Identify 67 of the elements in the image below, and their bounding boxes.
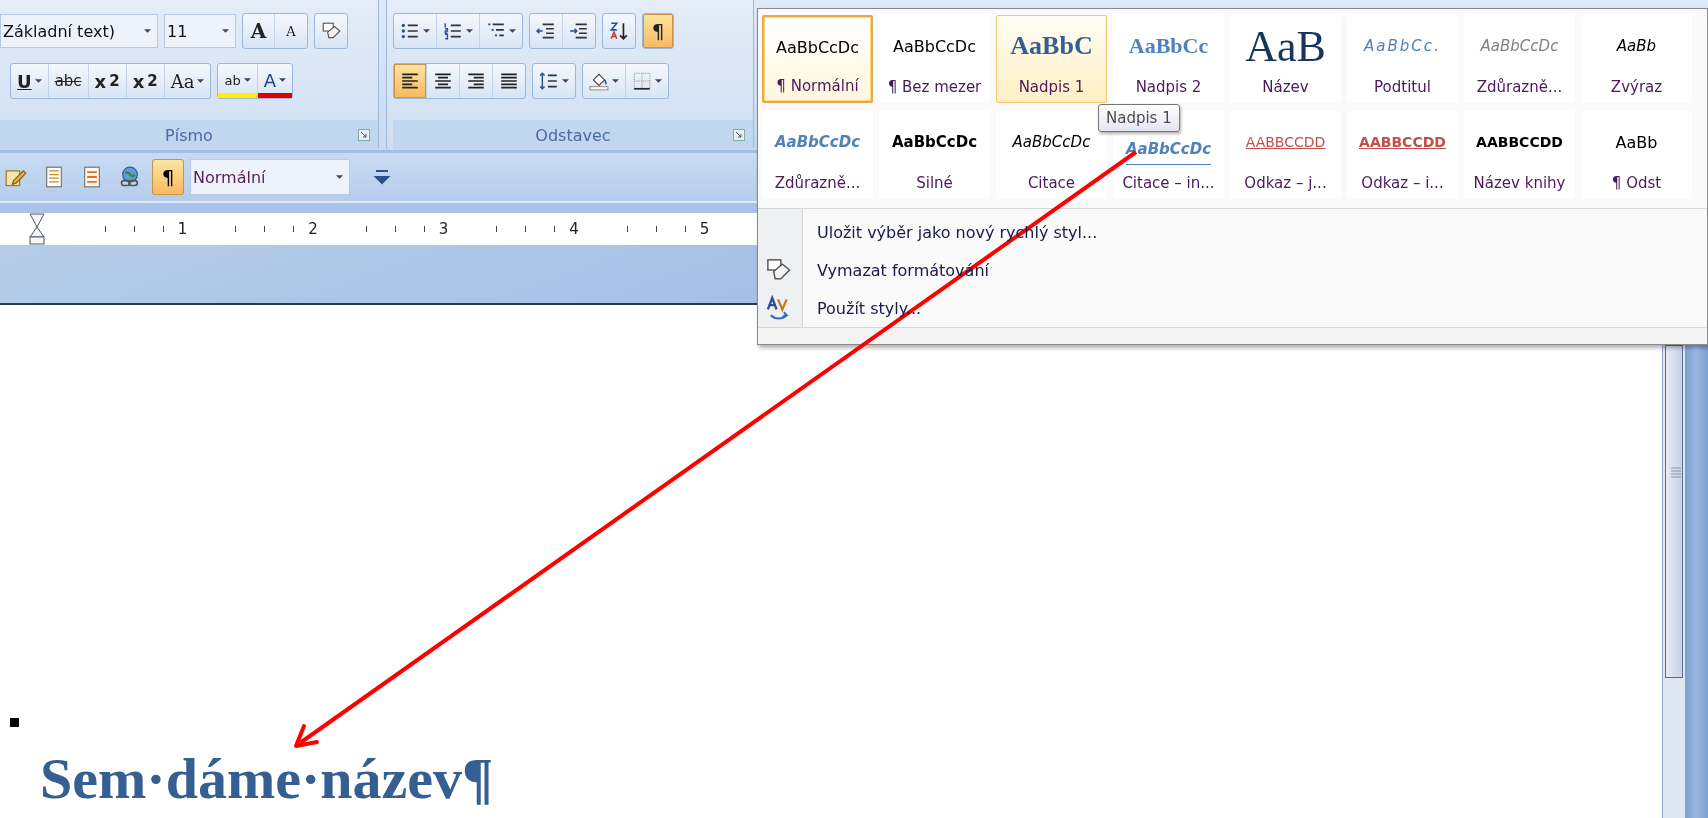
align-left-icon bbox=[400, 71, 420, 91]
ruler-number: 3 bbox=[438, 220, 449, 238]
ruler-number: 4 bbox=[569, 220, 579, 238]
group-label: Odstavec bbox=[535, 125, 611, 145]
caret-icon bbox=[144, 28, 151, 34]
page-icon bbox=[43, 166, 65, 188]
style-item[interactable]: AaBbCcDc Silné bbox=[879, 111, 990, 199]
style-item[interactable]: AABBCCDD Název knihy bbox=[1464, 111, 1575, 199]
style-item[interactable]: AaBbCc. Podtitul bbox=[1347, 15, 1458, 103]
tooltip: Nadpis 1 bbox=[1098, 104, 1180, 132]
font-color-button[interactable]: A bbox=[257, 64, 292, 98]
grow-font-button[interactable]: A bbox=[243, 14, 275, 48]
bullet-list-icon bbox=[400, 21, 420, 41]
group-label: Písmo bbox=[165, 125, 213, 145]
highlight-button[interactable]: ab bbox=[218, 64, 258, 98]
style-item[interactable]: AaBbCcDc Zdůrazně... bbox=[1464, 15, 1575, 103]
page-icon bbox=[81, 166, 103, 188]
font-name-field[interactable]: Základní text) bbox=[0, 14, 158, 48]
style-item[interactable]: AaBbCcDc Zdůrazně... bbox=[762, 111, 873, 199]
align-center-icon bbox=[433, 71, 453, 91]
change-case-button[interactable]: Aa bbox=[164, 64, 211, 98]
ruler-number: 1 bbox=[177, 220, 188, 238]
style-item[interactable]: AaB Název bbox=[1230, 15, 1341, 103]
eraser-button[interactable] bbox=[314, 13, 348, 49]
show-formatting-button[interactable]: ¶ bbox=[642, 13, 674, 49]
dialog-launcher-icon[interactable] bbox=[358, 129, 370, 141]
caret-icon bbox=[222, 28, 229, 34]
underline-button[interactable]: U bbox=[11, 64, 49, 98]
numbered-list-icon bbox=[443, 21, 463, 41]
style-item[interactable]: AaBb Zvýraz bbox=[1581, 15, 1692, 103]
styles-icon bbox=[765, 295, 791, 322]
paragraph-marker bbox=[10, 718, 19, 727]
eraser-icon bbox=[321, 21, 341, 41]
document-heading: Sem·dáme·název¶ bbox=[40, 745, 494, 812]
paint-bucket-icon bbox=[589, 71, 609, 91]
line-spacing-button[interactable] bbox=[532, 63, 576, 99]
style-field[interactable]: Normální bbox=[190, 159, 350, 195]
grip-icon bbox=[1671, 466, 1681, 478]
customize-icon[interactable] bbox=[372, 167, 392, 187]
scrollbar-thumb[interactable] bbox=[1665, 345, 1683, 678]
sort-icon bbox=[609, 21, 629, 41]
align-right-icon bbox=[466, 71, 486, 91]
indent-marker-icon[interactable] bbox=[28, 213, 46, 245]
style-item[interactable]: AaBbCcDc ¶ Normální bbox=[762, 15, 873, 103]
dialog-launcher-icon[interactable] bbox=[733, 129, 745, 141]
line-spacing-icon bbox=[539, 71, 559, 91]
font-size-field[interactable]: 11 bbox=[164, 14, 236, 48]
sort-button[interactable] bbox=[602, 13, 636, 49]
style-item[interactable]: AaBbC Nadpis 1 bbox=[996, 15, 1107, 103]
globe-link-icon bbox=[119, 166, 141, 188]
style-item[interactable]: AaBbCcDc Citace bbox=[996, 111, 1107, 199]
strikethrough-button[interactable]: abc bbox=[48, 64, 89, 98]
style-item[interactable]: AABBCCDD Odkaz – i... bbox=[1347, 111, 1458, 199]
show-formatting-button[interactable]: ¶ bbox=[152, 159, 184, 195]
ruler-number: 2 bbox=[308, 220, 318, 238]
borders-icon bbox=[632, 71, 652, 91]
shrink-font-button[interactable]: A bbox=[275, 14, 307, 48]
increase-indent-icon bbox=[569, 21, 589, 41]
caret-icon bbox=[336, 174, 343, 180]
justify-icon bbox=[499, 71, 519, 91]
style-item[interactable]: AaBbCc Nadpis 2 bbox=[1113, 15, 1224, 103]
ruler-number: 5 bbox=[699, 220, 710, 238]
align-left-button[interactable] bbox=[394, 64, 427, 98]
style-item[interactable]: AABBCCDD Odkaz – j... bbox=[1230, 111, 1341, 199]
decrease-indent-icon bbox=[536, 21, 556, 41]
style-item[interactable]: AaBb ¶ Odst bbox=[1581, 111, 1692, 199]
style-item[interactable]: AaBbCcDc ¶ Bez mezer bbox=[879, 15, 990, 103]
